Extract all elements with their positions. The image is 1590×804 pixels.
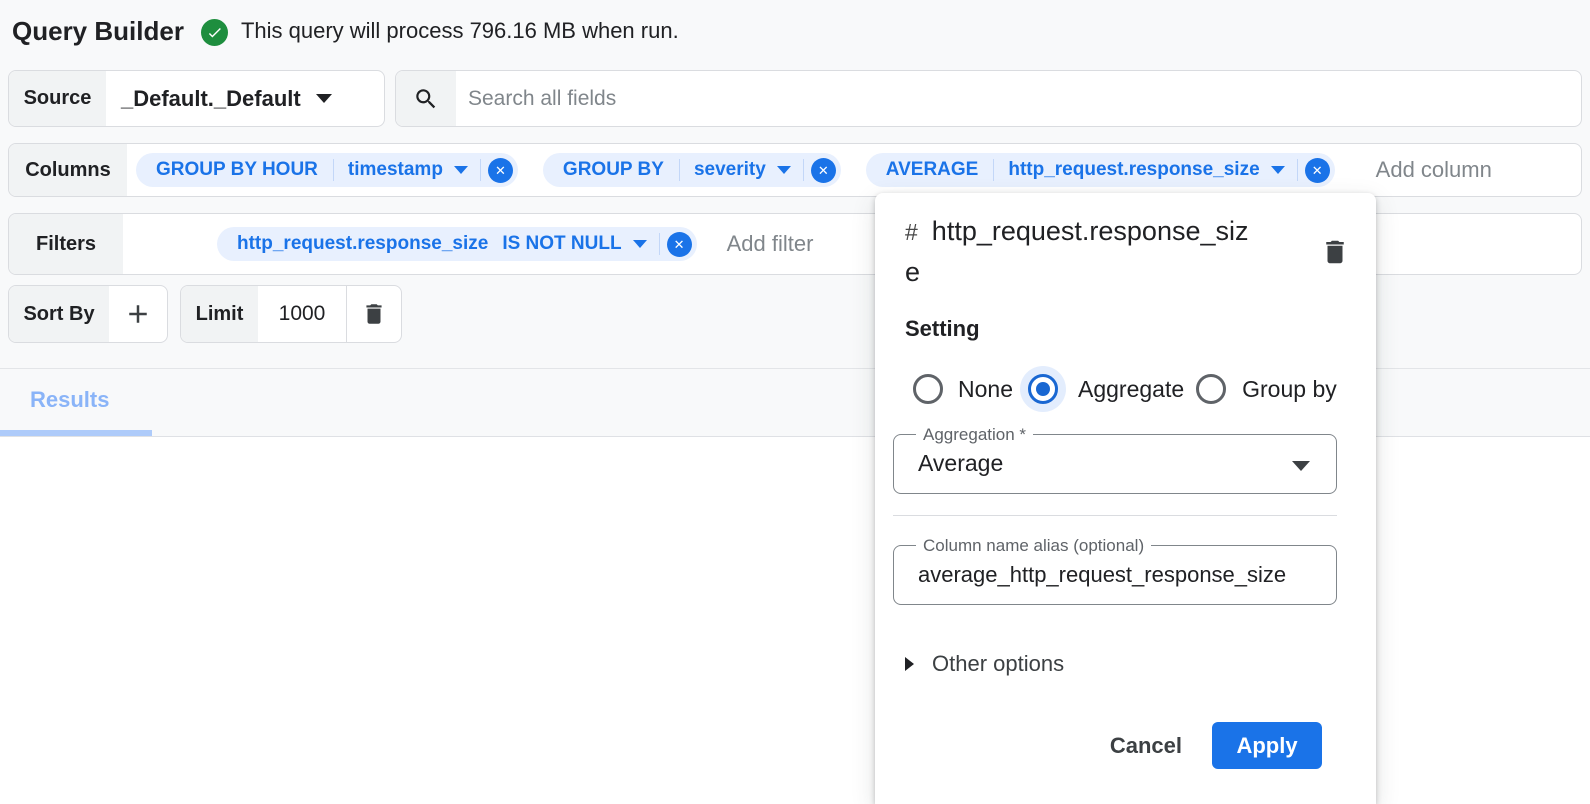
aggregation-select[interactable]: Aggregation * Average	[893, 434, 1337, 494]
search-field	[395, 70, 1582, 127]
header: Query Builder This query will process 79…	[12, 0, 679, 62]
add-sort-button[interactable]	[109, 286, 167, 342]
radio-circle-icon	[1196, 374, 1226, 404]
add-column-input[interactable]: Add column	[1376, 157, 1492, 183]
query-cost-message: This query will process 796.16 MB when r…	[241, 18, 679, 44]
sort-by-box: Sort By	[8, 285, 168, 343]
column-chip-severity[interactable]: GROUP BY severity	[543, 153, 841, 187]
chevron-down-icon	[1271, 166, 1285, 174]
aggregation-value: Average	[918, 450, 1336, 477]
chip-divider	[1297, 159, 1298, 181]
trash-icon	[361, 301, 387, 327]
apply-button[interactable]: Apply	[1212, 722, 1322, 769]
setting-heading: Setting	[905, 316, 1376, 342]
dialog-divider	[893, 515, 1337, 516]
radio-aggregate[interactable]: Aggregate	[1028, 374, 1184, 404]
expand-arrow-icon	[905, 657, 914, 671]
remove-filter-button[interactable]	[667, 232, 692, 257]
radio-none[interactable]: None	[913, 374, 1013, 404]
column-settings-dialog: #http_request.response_size Setting None…	[875, 193, 1376, 804]
filter-condition-label: IS NOT NULL	[502, 233, 621, 255]
chip-operator-label: GROUP BY	[543, 159, 679, 181]
chip-divider	[659, 233, 660, 255]
radio-group-by[interactable]: Group by	[1196, 374, 1337, 404]
columns-row: Columns GROUP BY HOUR timestamp GROUP BY…	[8, 143, 1582, 197]
remove-column-button[interactable]	[811, 158, 836, 183]
radio-label: Group by	[1242, 376, 1337, 403]
columns-label: Columns	[9, 144, 127, 196]
alias-label: Column name alias (optional)	[916, 536, 1151, 556]
chevron-down-icon	[1292, 461, 1310, 471]
delete-column-button[interactable]	[1320, 237, 1350, 272]
trash-icon	[1320, 237, 1350, 267]
radio-circle-icon	[913, 374, 943, 404]
dialog-actions: Cancel Apply	[1096, 722, 1322, 769]
filter-field-label: http_request.response_size	[217, 233, 488, 255]
alias-field: Column name alias (optional)	[893, 545, 1337, 605]
search-icon	[413, 86, 439, 112]
chevron-down-icon	[633, 240, 647, 248]
chip-operator-label: GROUP BY HOUR	[136, 159, 333, 181]
column-chip-timestamp[interactable]: GROUP BY HOUR timestamp	[136, 153, 518, 187]
radio-selected-icon	[1028, 374, 1058, 404]
other-options-expander[interactable]: Other options	[905, 651, 1376, 677]
limit-box: Limit 1000	[180, 285, 402, 343]
filters-label: Filters	[9, 214, 123, 274]
remove-column-button[interactable]	[488, 158, 513, 183]
chip-field-label: http_request.response_size	[1008, 159, 1259, 181]
other-options-label: Other options	[932, 651, 1064, 677]
dialog-title: #http_request.response_size	[905, 211, 1257, 292]
search-icon-box	[396, 71, 456, 126]
delete-limit-button[interactable]	[347, 286, 401, 342]
chip-field-dropdown[interactable]: timestamp	[334, 159, 480, 181]
column-chip-response-size[interactable]: AVERAGE http_request.response_size	[866, 153, 1335, 187]
chip-field-label: timestamp	[348, 159, 443, 181]
chip-divider	[803, 159, 804, 181]
radio-label: Aggregate	[1078, 376, 1184, 403]
chevron-down-icon	[454, 166, 468, 174]
chevron-down-icon	[316, 94, 332, 103]
numeric-type-icon: #	[905, 219, 918, 245]
source-dropdown[interactable]: _Default._Default	[106, 71, 350, 126]
remove-column-button[interactable]	[1305, 158, 1330, 183]
chip-operator-label: AVERAGE	[866, 159, 994, 181]
source-label: Source	[9, 71, 106, 126]
add-filter-input[interactable]: Add filter	[727, 231, 814, 257]
chip-field-dropdown[interactable]: http_request.response_size	[994, 159, 1296, 181]
columns-chips: GROUP BY HOUR timestamp GROUP BY severit…	[136, 144, 1492, 196]
source-row: Source _Default._Default	[8, 70, 385, 127]
query-builder-page: Query Builder This query will process 79…	[0, 0, 1590, 804]
chip-field-dropdown[interactable]: severity	[680, 159, 803, 181]
sort-by-label: Sort By	[9, 286, 109, 342]
source-dropdown-value: _Default._Default	[121, 86, 301, 112]
alias-input[interactable]	[918, 562, 1322, 588]
dialog-field-name: http_request.response_size	[905, 216, 1249, 287]
tab-results[interactable]: Results	[30, 387, 109, 413]
cancel-button[interactable]: Cancel	[1096, 722, 1196, 769]
limit-label: Limit	[181, 286, 258, 342]
page-title: Query Builder	[12, 16, 184, 47]
radio-label: None	[958, 376, 1013, 403]
chip-divider	[480, 159, 481, 181]
filters-chips: http_request.response_size IS NOT NULL A…	[217, 214, 813, 274]
setting-radio-group: None Aggregate Group by	[913, 374, 1376, 404]
chevron-down-icon	[777, 166, 791, 174]
aggregation-label: Aggregation *	[916, 425, 1033, 445]
filter-chip-response-size[interactable]: http_request.response_size IS NOT NULL	[217, 227, 697, 261]
chip-field-label: severity	[694, 159, 766, 181]
check-circle-icon	[201, 19, 228, 46]
plus-icon	[123, 299, 153, 329]
search-input[interactable]	[456, 71, 1581, 126]
limit-value-input[interactable]: 1000	[258, 286, 346, 342]
